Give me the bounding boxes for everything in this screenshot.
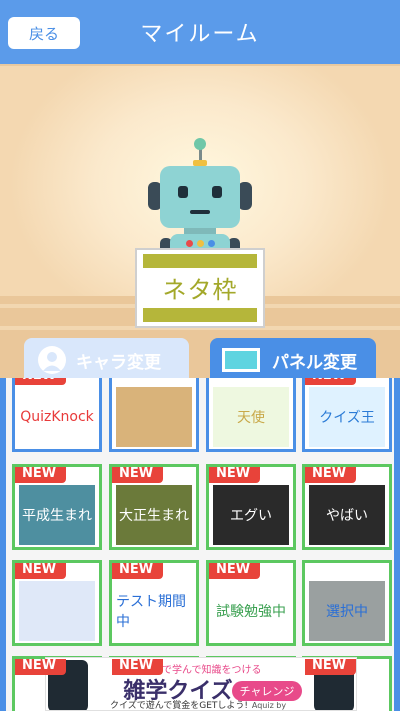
panel-thumbnail	[116, 387, 192, 447]
robot-antenna-ball	[194, 138, 206, 150]
panel-thumbnail: エグい	[213, 485, 289, 545]
tab-chara-label: キャラ変更	[76, 352, 161, 373]
new-badge: NEW	[112, 467, 163, 483]
robot-right-eye	[212, 186, 222, 198]
panel-thumbnail-text: 天使	[237, 410, 265, 426]
new-badge: NEW	[15, 467, 66, 483]
tab-chara-change[interactable]: キャラ変更	[24, 338, 189, 382]
panel-cell[interactable]: 選択中	[302, 560, 392, 646]
panel-thumbnail-text: 試験勉強中	[216, 604, 286, 620]
wall-line	[0, 64, 400, 66]
new-badge: NEW	[305, 378, 356, 385]
person-icon	[38, 346, 66, 374]
ad-brand: Aquiz by DMM.com	[251, 701, 287, 710]
robot-character	[148, 138, 252, 264]
new-badge: NEW	[15, 378, 66, 385]
panel-bottom-band	[143, 308, 257, 322]
panel-thumbnail-text: クイズ王	[319, 410, 375, 426]
panel-thumbnail-text: 大正生まれ	[119, 508, 189, 524]
panel-thumbnail-text: 選択中	[326, 604, 368, 620]
panel-cell[interactable]: QuizKnock NEW	[12, 378, 102, 452]
room-scene	[0, 64, 400, 378]
current-panel: ネタ枠	[135, 248, 265, 328]
panel-cell[interactable]	[109, 378, 199, 452]
panel-thumbnail: クイズ王	[309, 387, 385, 447]
panel-cell[interactable]: 天使	[206, 378, 296, 452]
panel-cell[interactable]: 平成生まれ NEW	[12, 464, 102, 550]
panel-thumbnail: 天使	[213, 387, 289, 447]
panel-cell[interactable]: テスト期間中 NEW	[109, 560, 199, 646]
panel-thumbnail	[19, 581, 95, 641]
tab-panel-label: パネル変更	[272, 352, 357, 373]
robot-mouth	[190, 210, 210, 214]
panel-thumbnail: 選択中	[309, 581, 385, 641]
panel-cell[interactable]: 大正生まれ NEW	[109, 464, 199, 550]
panel-text: ネタ枠	[162, 275, 238, 304]
new-badge: NEW	[305, 659, 356, 675]
new-badge: NEW	[209, 563, 260, 579]
panel-thumbnail-text: やばい	[326, 508, 368, 524]
robot-right-ear	[238, 182, 252, 210]
panel-thumbnail: 試験勉強中	[213, 581, 289, 641]
new-badge: NEW	[15, 659, 66, 675]
back-button[interactable]: 戻る	[8, 17, 80, 49]
panel-thumbnail-text: エグい	[230, 508, 272, 524]
new-badge: NEW	[209, 467, 260, 483]
robot-left-eye	[178, 186, 188, 198]
header-bar: マイルーム 戻る	[0, 0, 400, 64]
ad-challenge-button[interactable]: チャレンジ	[232, 681, 302, 701]
panel-cell[interactable]: 試験勉強中 NEW	[206, 560, 296, 646]
panel-top-band	[143, 254, 257, 268]
panel-thumbnail: QuizKnock	[19, 387, 95, 447]
robot-light-red	[186, 240, 193, 247]
new-badge: NEW	[112, 563, 163, 579]
robot-light-yellow	[197, 240, 204, 247]
panel-thumbnail: やばい	[309, 485, 385, 545]
ad-subtitle: クイズで遊んで賞金をGETしよう!	[109, 701, 249, 711]
robot-head	[160, 166, 240, 228]
panel-cell[interactable]: クイズ王 NEW	[302, 378, 392, 452]
new-badge: NEW	[112, 659, 163, 675]
panel-cell[interactable]: やばい NEW	[302, 464, 392, 550]
robot-light-blue	[208, 240, 215, 247]
panel-icon	[222, 348, 260, 372]
panel-thumbnail: 大正生まれ	[116, 485, 192, 545]
new-badge: NEW	[305, 467, 356, 483]
panel-thumbnail-text: 平成生まれ	[22, 508, 92, 524]
panel-thumbnail: テスト期間中	[116, 581, 192, 641]
panel-cell[interactable]: エグい NEW	[206, 464, 296, 550]
panel-thumbnail: 平成生まれ	[19, 485, 95, 545]
tab-panel-change[interactable]: パネル変更	[210, 338, 376, 382]
panel-cell[interactable]: NEW	[12, 560, 102, 646]
panel-thumbnail-text: テスト期間中	[116, 594, 186, 630]
new-badge: NEW	[15, 563, 66, 579]
panel-thumbnail-text: QuizKnock	[20, 409, 94, 425]
